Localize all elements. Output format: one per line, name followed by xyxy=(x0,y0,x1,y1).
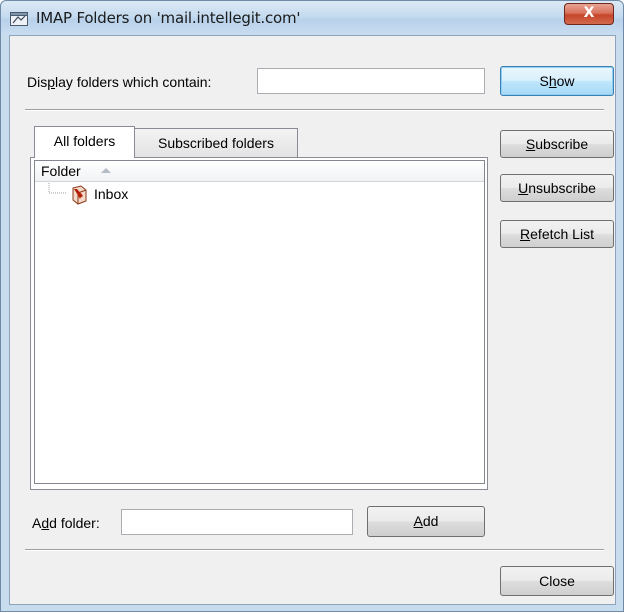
window-title: IMAP Folders on 'mail.intellegit.com' xyxy=(36,9,301,27)
unsubscribe-button[interactable]: Unsubscribe xyxy=(500,174,614,202)
dialog-client: Display folders which contain: Show All … xyxy=(9,35,616,605)
refetch-list-button[interactable]: Refetch List xyxy=(500,220,614,248)
display-filter-input[interactable] xyxy=(257,68,485,94)
display-filter-label: Display folders which contain: xyxy=(27,74,212,90)
folder-name: Inbox xyxy=(94,186,129,202)
subscribe-button[interactable]: Subscribe xyxy=(500,130,614,158)
tab-subscribed-folders[interactable]: Subscribed folders xyxy=(134,128,298,158)
folders-window-icon xyxy=(10,12,28,26)
folder-column-label: Folder xyxy=(41,163,81,179)
close-button[interactable]: Close xyxy=(500,566,614,596)
tab-all-folders[interactable]: All folders xyxy=(34,126,135,158)
title-bar[interactable]: IMAP Folders on 'mail.intellegit.com' X xyxy=(1,1,623,35)
sort-ascending-icon xyxy=(101,168,111,173)
top-separator xyxy=(25,109,604,111)
bottom-separator xyxy=(25,549,604,551)
add-folder-label: Add folder: xyxy=(32,515,100,531)
tree-connector xyxy=(48,183,66,194)
inbox-icon xyxy=(72,185,87,205)
dialog-window: IMAP Folders on 'mail.intellegit.com' X … xyxy=(0,0,624,612)
folder-column-header[interactable]: Folder xyxy=(35,161,484,182)
show-button[interactable]: Show xyxy=(500,66,614,96)
add-folder-button[interactable]: Add xyxy=(367,506,485,537)
folder-list[interactable]: Folder Inbox xyxy=(34,160,485,484)
add-folder-input[interactable] xyxy=(121,509,353,535)
window-close-button[interactable]: X xyxy=(564,3,614,25)
